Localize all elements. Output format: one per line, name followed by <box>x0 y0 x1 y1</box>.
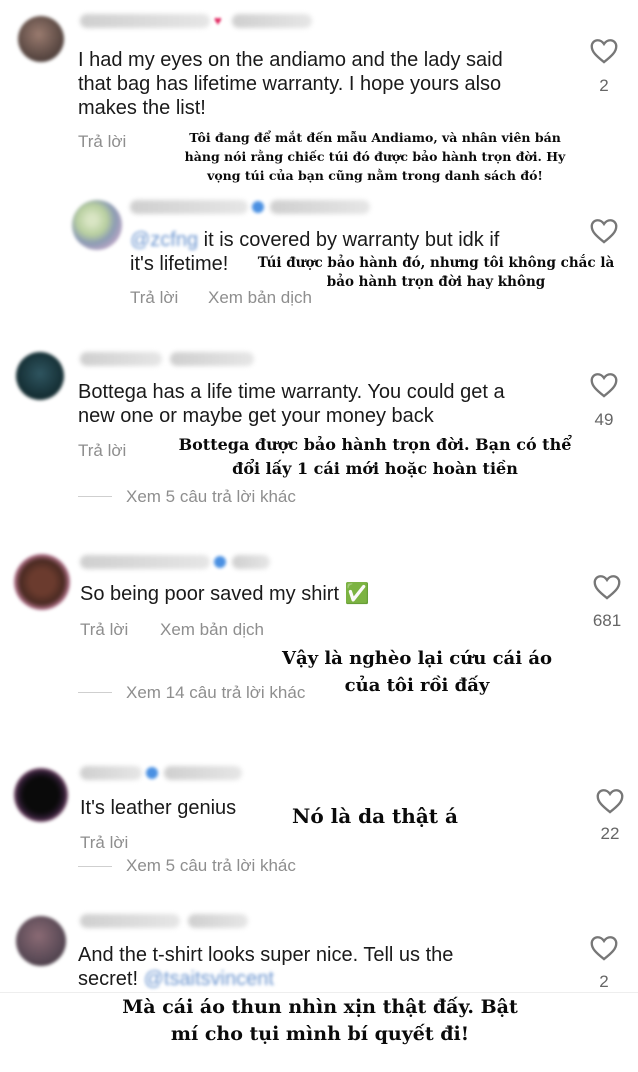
author-liked-icon: ♥ <box>214 13 222 28</box>
avatar[interactable] <box>72 200 122 250</box>
comment-meta-time <box>232 14 312 28</box>
translation-caption: Nó là da thật á <box>292 804 458 828</box>
comment-meta <box>80 352 162 366</box>
comment-meta <box>80 555 210 569</box>
more-replies-divider <box>78 496 112 497</box>
like-icon[interactable] <box>590 372 618 398</box>
reply-button[interactable]: Trả lời <box>130 288 178 308</box>
comment-text: Bottega has a life time warranty. You co… <box>78 381 505 427</box>
view-more-replies-button[interactable]: Xem 14 câu trả lời khác <box>126 683 305 703</box>
reply-button[interactable]: Trả lời <box>80 833 128 853</box>
comment-text: I had my eyes on the andiamo and the lad… <box>78 49 503 119</box>
translation-caption: Tôi đang để mắt đến mẫu Andiamo, và nhân… <box>184 130 566 183</box>
translation-caption: Mà cái áo thun nhìn xịn thật đấy. Bật mí… <box>122 996 518 1045</box>
user-mention[interactable]: @tsaitsvincent <box>144 967 274 991</box>
comment-meta-time <box>270 200 370 214</box>
like-count: 49 <box>594 410 614 429</box>
comment-meta-time <box>164 766 242 780</box>
avatar[interactable] <box>14 768 68 822</box>
like-icon[interactable] <box>593 574 621 600</box>
translate-button[interactable]: Xem bản dịch <box>160 620 264 640</box>
verified-badge-icon <box>252 201 264 213</box>
comment-meta-time <box>170 352 254 366</box>
reply-button[interactable]: Trả lời <box>80 620 128 640</box>
caption-divider <box>0 992 638 993</box>
comment-text: So being poor saved my shirt ✅ <box>80 583 370 605</box>
translation-caption: Túi được bảo hành đó, nhưng tôi không ch… <box>257 255 615 290</box>
avatar[interactable] <box>18 16 64 62</box>
avatar[interactable] <box>16 352 64 400</box>
comment-meta <box>130 200 248 214</box>
translation-caption: Bottega được bảo hành trọn đời. Bạn có t… <box>178 435 572 478</box>
avatar[interactable] <box>16 916 66 966</box>
like-icon[interactable] <box>596 788 624 814</box>
verified-badge-icon <box>214 556 226 568</box>
comment-meta <box>80 914 180 928</box>
reply-button[interactable]: Trả lời <box>78 441 126 461</box>
comment-meta <box>80 14 210 28</box>
like-count: 681 <box>592 611 622 630</box>
comment-meta-time <box>188 914 248 928</box>
comment-meta <box>80 766 142 780</box>
like-icon[interactable] <box>590 38 618 64</box>
comment-text: And the t-shirt looks super nice. Tell u… <box>78 944 454 991</box>
user-mention[interactable]: @zcfng <box>130 228 198 252</box>
like-icon[interactable] <box>590 218 618 244</box>
more-replies-divider <box>78 866 112 867</box>
like-count: 22 <box>600 824 620 843</box>
more-replies-divider <box>78 692 112 693</box>
like-count: 2 <box>599 972 609 991</box>
view-more-replies-button[interactable]: Xem 5 câu trả lời khác <box>126 487 296 507</box>
like-icon[interactable] <box>590 935 618 961</box>
like-count: 2 <box>599 76 609 95</box>
view-more-replies-button[interactable]: Xem 5 câu trả lời khác <box>126 856 296 876</box>
verified-badge-icon <box>146 767 158 779</box>
avatar[interactable] <box>14 554 70 610</box>
reply-button[interactable]: Trả lời <box>78 132 126 152</box>
comment-meta-time <box>232 555 270 569</box>
